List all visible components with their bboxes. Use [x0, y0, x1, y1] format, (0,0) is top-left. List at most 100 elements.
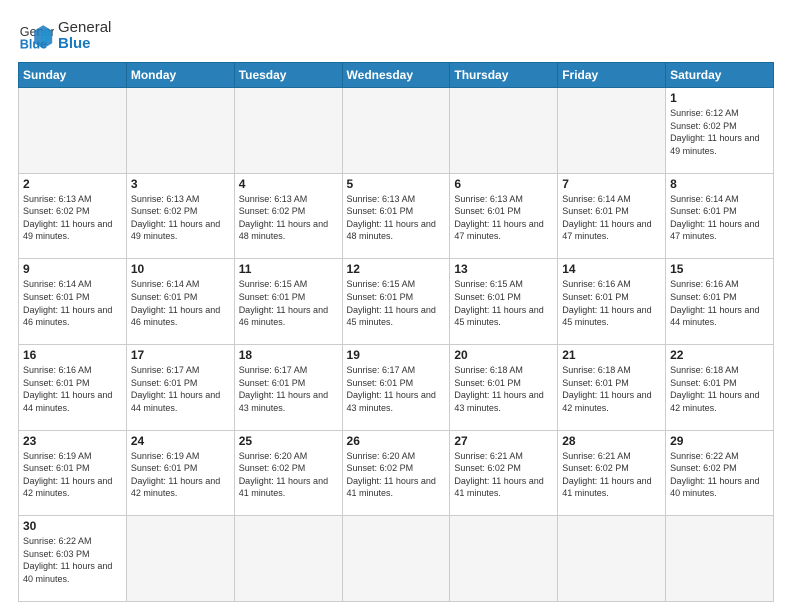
calendar-day-cell: 3Sunrise: 6:13 AMSunset: 6:02 PMDaylight… — [126, 173, 234, 259]
day-info: Sunrise: 6:20 AMSunset: 6:02 PMDaylight:… — [347, 450, 446, 500]
calendar-day-cell — [234, 88, 342, 174]
calendar-header-row: SundayMondayTuesdayWednesdayThursdayFrid… — [19, 63, 774, 88]
calendar-day-cell: 23Sunrise: 6:19 AMSunset: 6:01 PMDayligh… — [19, 430, 127, 516]
calendar-day-cell: 15Sunrise: 6:16 AMSunset: 6:01 PMDayligh… — [666, 259, 774, 345]
day-number: 1 — [670, 91, 769, 105]
day-info: Sunrise: 6:14 AMSunset: 6:01 PMDaylight:… — [670, 193, 769, 243]
calendar-day-cell: 2 Sunrise: 6:13 AMSunset: 6:02 PMDaylight… — [19, 173, 127, 259]
day-number: 24 — [131, 434, 230, 448]
calendar-day-cell: 25 Sunrise: 6:20 AMSunset: 6:02 PMDayligh… — [234, 430, 342, 516]
calendar-week-row: 2 Sunrise: 6:13 AMSunset: 6:02 PMDaylight… — [19, 173, 774, 259]
calendar-day-cell: 29Sunrise: 6:22 AMSunset: 6:02 PMDayligh… — [666, 430, 774, 516]
day-info: Sunrise: 6:18 AMSunset: 6:01 PMDaylight:… — [562, 364, 661, 414]
logo-icon: General Blue — [18, 18, 54, 54]
calendar-week-row: 30 Sunrise: 6:22 AMSunset: 6:03 PMDayligh… — [19, 516, 774, 602]
calendar-day-cell: 24 Sunrise: 6:19 AMSunset: 6:01 PMDayligh… — [126, 430, 234, 516]
calendar-day-cell — [450, 516, 558, 602]
page-header: General Blue General Blue — [18, 18, 774, 54]
logo: General Blue General Blue — [18, 18, 111, 54]
day-info: Sunrise: 6:16 AMSunset: 6:01 PMDaylight:… — [23, 364, 122, 414]
day-info: Sunrise: 6:17 AMSunset: 6:01 PMDaylight:… — [131, 364, 230, 414]
day-of-week-header: Sunday — [19, 63, 127, 88]
calendar-day-cell: 28 Sunrise: 6:21 AMSunset: 6:02 PMDayligh… — [558, 430, 666, 516]
day-info: Sunrise: 6:16 AMSunset: 6:01 PMDaylight:… — [670, 278, 769, 328]
calendar-day-cell: 1 Sunrise: 6:12 AMSunset: 6:02 PMDaylight… — [666, 88, 774, 174]
calendar-day-cell — [558, 88, 666, 174]
day-info: Sunrise: 6:21 AMSunset: 6:02 PMDaylight:… — [562, 450, 661, 500]
calendar-week-row: 23Sunrise: 6:19 AMSunset: 6:01 PMDayligh… — [19, 430, 774, 516]
day-info: Sunrise: 6:17 AMSunset: 6:01 PMDaylight:… — [347, 364, 446, 414]
calendar-day-cell: 9Sunrise: 6:14 AMSunset: 6:01 PMDaylight… — [19, 259, 127, 345]
day-number: 4 — [239, 177, 338, 191]
calendar-day-cell: 26 Sunrise: 6:20 AMSunset: 6:02 PMDayligh… — [342, 430, 450, 516]
day-number: 9 — [23, 262, 122, 276]
calendar-day-cell: 12 Sunrise: 6:15 AMSunset: 6:01 PMDayligh… — [342, 259, 450, 345]
calendar-day-cell — [342, 88, 450, 174]
day-info: Sunrise: 6:15 AMSunset: 6:01 PMDaylight:… — [239, 278, 338, 328]
day-info: Sunrise: 6:20 AMSunset: 6:02 PMDaylight:… — [239, 450, 338, 500]
calendar-table: SundayMondayTuesdayWednesdayThursdayFrid… — [18, 62, 774, 602]
calendar-day-cell: 16 Sunrise: 6:16 AMSunset: 6:01 PMDayligh… — [19, 344, 127, 430]
calendar-day-cell: 20Sunrise: 6:18 AMSunset: 6:01 PMDayligh… — [450, 344, 558, 430]
day-number: 2 — [23, 177, 122, 191]
day-info: Sunrise: 6:18 AMSunset: 6:01 PMDaylight:… — [670, 364, 769, 414]
calendar-day-cell: 11 Sunrise: 6:15 AMSunset: 6:01 PMDayligh… — [234, 259, 342, 345]
day-number: 3 — [131, 177, 230, 191]
calendar-day-cell: 8 Sunrise: 6:14 AMSunset: 6:01 PMDaylight… — [666, 173, 774, 259]
day-number: 26 — [347, 434, 446, 448]
day-number: 11 — [239, 262, 338, 276]
calendar-day-cell: 17Sunrise: 6:17 AMSunset: 6:01 PMDayligh… — [126, 344, 234, 430]
calendar-day-cell — [558, 516, 666, 602]
day-info: Sunrise: 6:14 AMSunset: 6:01 PMDaylight:… — [131, 278, 230, 328]
day-of-week-header: Thursday — [450, 63, 558, 88]
calendar-day-cell: 30 Sunrise: 6:22 AMSunset: 6:03 PMDayligh… — [19, 516, 127, 602]
day-info: Sunrise: 6:13 AMSunset: 6:02 PMDaylight:… — [23, 193, 122, 243]
calendar-day-cell — [450, 88, 558, 174]
day-info: Sunrise: 6:19 AMSunset: 6:01 PMDaylight:… — [23, 450, 122, 500]
day-of-week-header: Wednesday — [342, 63, 450, 88]
day-info: Sunrise: 6:13 AMSunset: 6:01 PMDaylight:… — [454, 193, 553, 243]
calendar-day-cell — [342, 516, 450, 602]
day-info: Sunrise: 6:22 AMSunset: 6:03 PMDaylight:… — [23, 535, 122, 585]
calendar-day-cell: 4Sunrise: 6:13 AMSunset: 6:02 PMDaylight… — [234, 173, 342, 259]
calendar-day-cell: 5 Sunrise: 6:13 AMSunset: 6:01 PMDaylight… — [342, 173, 450, 259]
calendar-page: General Blue General Blue SundayMondayTu… — [0, 0, 792, 612]
calendar-day-cell: 10Sunrise: 6:14 AMSunset: 6:01 PMDayligh… — [126, 259, 234, 345]
day-number: 27 — [454, 434, 553, 448]
day-of-week-header: Monday — [126, 63, 234, 88]
calendar-day-cell: 27Sunrise: 6:21 AMSunset: 6:02 PMDayligh… — [450, 430, 558, 516]
day-info: Sunrise: 6:15 AMSunset: 6:01 PMDaylight:… — [454, 278, 553, 328]
day-number: 21 — [562, 348, 661, 362]
calendar-day-cell: 7Sunrise: 6:14 AMSunset: 6:01 PMDaylight… — [558, 173, 666, 259]
day-of-week-header: Tuesday — [234, 63, 342, 88]
day-number: 5 — [347, 177, 446, 191]
day-number: 12 — [347, 262, 446, 276]
day-of-week-header: Saturday — [666, 63, 774, 88]
day-number: 6 — [454, 177, 553, 191]
calendar-week-row: 1 Sunrise: 6:12 AMSunset: 6:02 PMDaylight… — [19, 88, 774, 174]
day-number: 16 — [23, 348, 122, 362]
calendar-day-cell — [126, 88, 234, 174]
calendar-day-cell: 19 Sunrise: 6:17 AMSunset: 6:01 PMDayligh… — [342, 344, 450, 430]
day-of-week-header: Friday — [558, 63, 666, 88]
day-info: Sunrise: 6:12 AMSunset: 6:02 PMDaylight:… — [670, 107, 769, 157]
calendar-day-cell — [126, 516, 234, 602]
day-info: Sunrise: 6:13 AMSunset: 6:01 PMDaylight:… — [347, 193, 446, 243]
day-number: 8 — [670, 177, 769, 191]
day-info: Sunrise: 6:15 AMSunset: 6:01 PMDaylight:… — [347, 278, 446, 328]
day-number: 29 — [670, 434, 769, 448]
calendar-day-cell — [19, 88, 127, 174]
day-info: Sunrise: 6:17 AMSunset: 6:01 PMDaylight:… — [239, 364, 338, 414]
day-number: 18 — [239, 348, 338, 362]
day-number: 13 — [454, 262, 553, 276]
calendar-day-cell: 18 Sunrise: 6:17 AMSunset: 6:01 PMDayligh… — [234, 344, 342, 430]
day-number: 19 — [347, 348, 446, 362]
calendar-day-cell — [666, 516, 774, 602]
day-info: Sunrise: 6:19 AMSunset: 6:01 PMDaylight:… — [131, 450, 230, 500]
day-number: 28 — [562, 434, 661, 448]
day-number: 25 — [239, 434, 338, 448]
day-number: 30 — [23, 519, 122, 533]
day-info: Sunrise: 6:18 AMSunset: 6:01 PMDaylight:… — [454, 364, 553, 414]
calendar-week-row: 16 Sunrise: 6:16 AMSunset: 6:01 PMDayligh… — [19, 344, 774, 430]
calendar-day-cell: 22Sunrise: 6:18 AMSunset: 6:01 PMDayligh… — [666, 344, 774, 430]
